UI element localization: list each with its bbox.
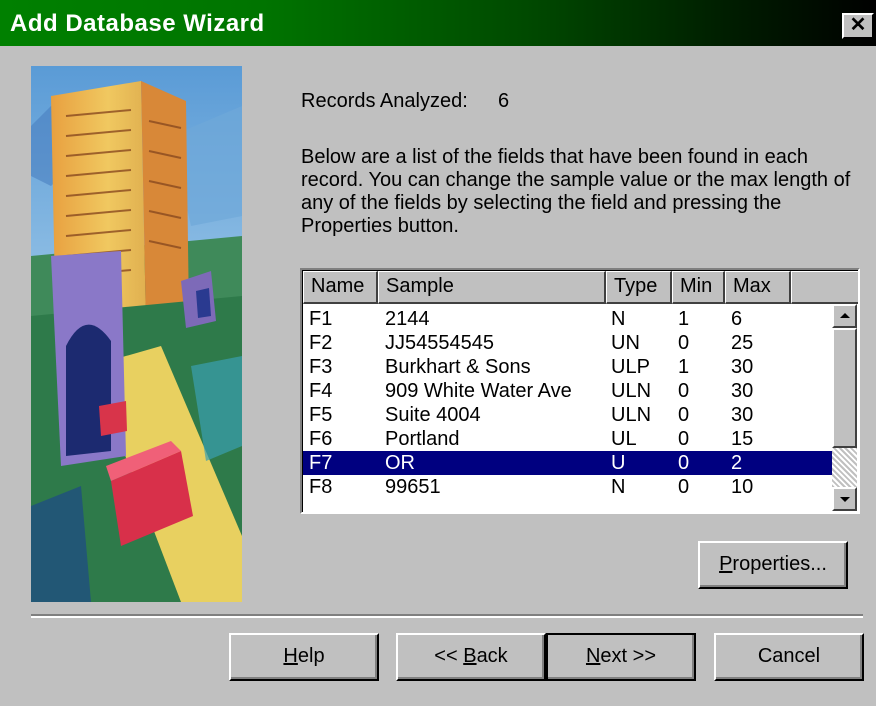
- next-button[interactable]: Next >>: [546, 633, 696, 681]
- column-header-filler: [791, 271, 858, 304]
- arrow-down-icon: [840, 497, 850, 502]
- cell-sample: Suite 4004: [385, 404, 481, 426]
- vertical-scrollbar[interactable]: [832, 304, 857, 511]
- column-header-type[interactable]: Type: [606, 271, 672, 304]
- cell-min: 0: [678, 332, 690, 354]
- records-analyzed-value: 6: [498, 90, 510, 112]
- cell-type: N: [611, 476, 626, 498]
- cell-type: ULN: [611, 404, 652, 426]
- cell-sample: JJ54554545: [385, 332, 494, 354]
- back-prefix: <<: [434, 645, 464, 667]
- wizard-illustration: [31, 66, 242, 602]
- column-header-min[interactable]: Min: [672, 271, 725, 304]
- cell-max: 15: [731, 428, 754, 450]
- close-button[interactable]: ✕: [842, 13, 874, 39]
- properties-button[interactable]: Properties...: [698, 541, 848, 589]
- cell-min: 0: [678, 380, 690, 402]
- instructions-text: Below are a list of the fields that have…: [301, 146, 851, 237]
- back-label: ack: [476, 645, 508, 667]
- properties-accel: P: [719, 553, 733, 575]
- scroll-track[interactable]: [832, 448, 857, 487]
- records-analyzed-label: Records Analyzed:: [301, 90, 468, 112]
- cell-type: ULP: [611, 356, 650, 378]
- help-label: elp: [297, 645, 325, 667]
- cell-max: 30: [731, 404, 754, 426]
- title-bar: Add Database Wizard ✕: [0, 0, 876, 46]
- cell-sample: 99651: [385, 476, 441, 498]
- cell-type: ULN: [611, 380, 652, 402]
- cell-max: 30: [731, 380, 754, 402]
- help-accel: H: [283, 645, 298, 667]
- cell-name: F6: [309, 428, 333, 450]
- cell-min: 0: [678, 428, 690, 450]
- cell-name: F8: [309, 476, 333, 498]
- cell-name: F5: [309, 404, 333, 426]
- table-row[interactable]: F4 909 White Water Ave ULN 0 30: [303, 379, 833, 403]
- cell-sample: Portland: [385, 428, 460, 450]
- scroll-thumb[interactable]: [832, 328, 857, 448]
- back-button[interactable]: << Back: [396, 633, 546, 681]
- scroll-up-button[interactable]: [832, 304, 857, 328]
- cell-name: F7: [309, 452, 333, 474]
- cell-sample: 2144: [385, 308, 430, 330]
- cell-max: 6: [731, 308, 743, 330]
- table-row[interactable]: F3 Burkhart & Sons ULP 1 30: [303, 355, 833, 379]
- cell-type: U: [611, 452, 626, 474]
- table-row[interactable]: F7 OR U 0 2: [303, 451, 833, 475]
- cell-type: UL: [611, 428, 637, 450]
- table-row[interactable]: F8 99651 N 0 10: [303, 475, 833, 499]
- column-header-max[interactable]: Max: [725, 271, 791, 304]
- next-accel: N: [585, 645, 601, 667]
- table-row[interactable]: F5 Suite 4004 ULN 0 30: [303, 403, 833, 427]
- cell-max: 10: [731, 476, 754, 498]
- cell-name: F1: [309, 308, 333, 330]
- column-header-name[interactable]: Name: [303, 271, 378, 304]
- window-title: Add Database Wizard: [10, 10, 265, 37]
- cell-min: 1: [678, 356, 690, 378]
- scroll-down-button[interactable]: [832, 487, 857, 511]
- cancel-button[interactable]: Cancel: [714, 633, 864, 681]
- cell-min: 0: [678, 452, 690, 474]
- table-row[interactable]: F2 JJ54554545 UN 0 25: [303, 331, 833, 355]
- column-header-sample[interactable]: Sample: [378, 271, 606, 304]
- cell-sample: 909 White Water Ave: [385, 380, 572, 402]
- cell-max: 25: [731, 332, 754, 354]
- cell-name: F3: [309, 356, 333, 378]
- table-row[interactable]: F1 2144 N 1 6: [303, 307, 833, 331]
- cell-sample: Burkhart & Sons: [385, 356, 531, 378]
- cell-max: 30: [731, 356, 754, 378]
- properties-label: roperties...: [732, 553, 827, 575]
- city-painting-image: [31, 66, 242, 602]
- back-accel: B: [463, 645, 477, 667]
- cell-name: F2: [309, 332, 333, 354]
- fields-list[interactable]: Name Sample Type Min Max F1 2144 N 1 6 F2 JJ54…: [300, 268, 860, 514]
- cell-name: F4: [309, 380, 333, 402]
- close-icon: ✕: [849, 14, 867, 36]
- help-button[interactable]: Help: [229, 633, 379, 681]
- cell-sample: OR: [385, 452, 415, 474]
- cell-min: 1: [678, 308, 690, 330]
- cell-min: 0: [678, 404, 690, 426]
- arrow-up-icon: [840, 313, 850, 318]
- cell-type: UN: [611, 332, 640, 354]
- cell-max: 2: [731, 452, 743, 474]
- next-label: ext >>: [600, 645, 657, 667]
- separator: [31, 614, 863, 618]
- cell-type: N: [611, 308, 626, 330]
- table-row[interactable]: F6 Portland UL 0 15: [303, 427, 833, 451]
- cell-min: 0: [678, 476, 690, 498]
